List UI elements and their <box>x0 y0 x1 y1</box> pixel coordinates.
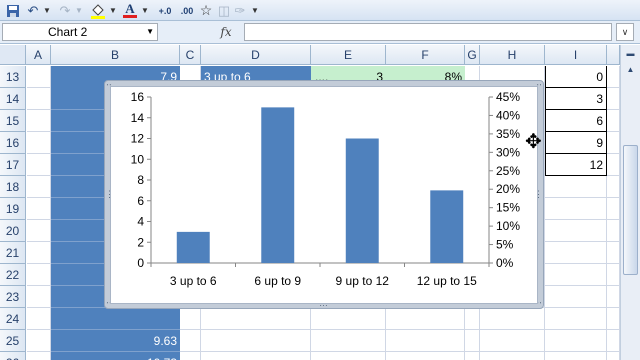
cell-i16[interactable]: 9 <box>545 132 607 154</box>
y2-tick-label: 45% <box>496 90 520 104</box>
row-header-24[interactable]: 24 <box>0 308 26 330</box>
y2-tick-label: 40% <box>496 108 520 122</box>
move-cursor-icon: ✥ <box>525 131 542 153</box>
y2-tick-label: 15% <box>496 201 520 215</box>
row-header-18[interactable]: 18 <box>0 176 26 198</box>
insert-function-button[interactable]: fx <box>212 24 240 41</box>
customize-toolbar-icon[interactable]: ▼ <box>250 1 260 20</box>
y-tick-label: 10 <box>131 152 145 166</box>
x-tick-label: 9 up to 12 <box>336 274 390 288</box>
row-header-15[interactable]: 15 <box>0 110 26 132</box>
undo-dropdown-icon[interactable]: ▼ <box>42 1 52 20</box>
y2-tick-label: 10% <box>496 219 520 233</box>
scroll-up-icon[interactable]: ▲ <box>623 63 638 77</box>
fill-color-icon[interactable] <box>88 1 108 20</box>
save-icon[interactable] <box>4 1 22 20</box>
chart-area[interactable]: 0 2 4 6 8 10 12 14 16 0% 5% 10% 15% 20% 25% 30% 35% 40% 45… <box>110 86 538 304</box>
row-header-23[interactable]: 23 <box>0 286 26 308</box>
row-header-20[interactable]: 20 <box>0 220 26 242</box>
column-header-next[interactable] <box>607 45 620 65</box>
y2-tick-label: 5% <box>496 238 514 252</box>
name-box-dropdown-icon[interactable]: ▼ <box>146 24 154 40</box>
undo-icon[interactable]: ↶ <box>24 1 42 20</box>
y-tick-label: 4 <box>137 215 144 229</box>
row-header-19[interactable]: 19 <box>0 198 26 220</box>
x-tick-label: 3 up to 6 <box>170 274 217 288</box>
expand-formula-bar-icon[interactable]: ∨ <box>616 23 634 41</box>
row-header-25[interactable]: 25 <box>0 330 26 352</box>
name-box[interactable]: Chart 2 ▼ <box>2 23 158 41</box>
y2-tick-label: 20% <box>496 182 520 196</box>
decrease-decimal-icon[interactable]: .00 <box>176 1 198 20</box>
y-tick-label: 14 <box>131 111 145 125</box>
bar <box>176 231 210 263</box>
row-header-17[interactable]: 17 <box>0 154 26 176</box>
cell-i15[interactable]: 6 <box>545 110 607 132</box>
font-color-dropdown-icon[interactable]: ▼ <box>140 1 150 20</box>
column-header-a[interactable]: A <box>26 45 51 65</box>
column-header-d[interactable]: D <box>201 45 311 65</box>
y2-tick-label: 25% <box>496 164 520 178</box>
row-header-26[interactable]: 26 <box>0 352 26 360</box>
split-handle-icon[interactable]: ▬ <box>623 47 638 61</box>
bar <box>261 107 295 263</box>
y-tick-label: 16 <box>131 90 145 104</box>
bar <box>430 190 464 263</box>
formula-bar: Chart 2 ▼ fx ∨ <box>0 21 640 44</box>
column-header-c[interactable]: C <box>180 45 201 65</box>
y2-tick-label: 35% <box>496 127 520 141</box>
bar-chart[interactable]: 0 2 4 6 8 10 12 14 16 0% 5% 10% 15% 20% 25% 30% 35% 40% 45… <box>111 87 539 305</box>
y-tick-label: 8 <box>137 173 144 187</box>
redo-dropdown-icon: ▼ <box>75 6 83 15</box>
column-header-i[interactable]: I <box>545 45 607 65</box>
column-header-b[interactable]: B <box>51 45 180 65</box>
y-tick-label: 6 <box>137 194 144 208</box>
bar <box>345 138 379 263</box>
cell-i14[interactable]: 3 <box>545 88 607 110</box>
cell-i13[interactable]: 0 <box>545 66 607 88</box>
x-tick-label: 6 up to 9 <box>254 274 301 288</box>
cell-b26[interactable]: 10.73 <box>51 352 180 360</box>
row-header-14[interactable]: 14 <box>0 88 26 110</box>
format-painter-icon: ✑ <box>234 2 246 18</box>
y-tick-label: 12 <box>131 132 145 146</box>
font-color-icon[interactable]: A <box>120 1 140 20</box>
column-header-g[interactable]: G <box>465 45 480 65</box>
row-header-16[interactable]: 16 <box>0 132 26 154</box>
borders-icon: ◫ <box>217 2 231 18</box>
redo-icon: ↷ <box>59 2 71 18</box>
x-tick-label: 12 up to 15 <box>417 274 477 288</box>
y2-tick-label: 30% <box>496 145 520 159</box>
vertical-scrollbar[interactable]: ▬ ▲ <box>620 45 640 360</box>
cell-i17[interactable]: 12 <box>545 154 607 176</box>
row-header-22[interactable]: 22 <box>0 264 26 286</box>
y-tick-label: 2 <box>137 235 144 249</box>
name-box-value: Chart 2 <box>48 25 88 39</box>
y2-tick-label: 0% <box>496 256 514 270</box>
formula-input[interactable] <box>244 23 612 41</box>
increase-decimal-icon[interactable]: +.0 <box>154 1 176 20</box>
star-icon[interactable]: ☆ <box>198 1 214 20</box>
column-header-h[interactable]: H <box>480 45 545 65</box>
quick-access-toolbar: ↶ ▼ ↷ ▼ ▼ A ▼ +.0 .00 ☆ ◫ ✑ ▼ <box>0 0 640 21</box>
row-header-13[interactable]: 13 <box>0 66 26 88</box>
column-header-f[interactable]: F <box>386 45 465 65</box>
column-header-e[interactable]: E <box>311 45 386 65</box>
cell-b25[interactable]: 9.63 <box>51 330 180 352</box>
fill-color-dropdown-icon[interactable]: ▼ <box>108 1 118 20</box>
row-header-21[interactable]: 21 <box>0 242 26 264</box>
scrollbar-thumb[interactable] <box>623 145 638 275</box>
select-all-corner[interactable] <box>0 45 26 65</box>
y-tick-label: 0 <box>137 256 144 270</box>
